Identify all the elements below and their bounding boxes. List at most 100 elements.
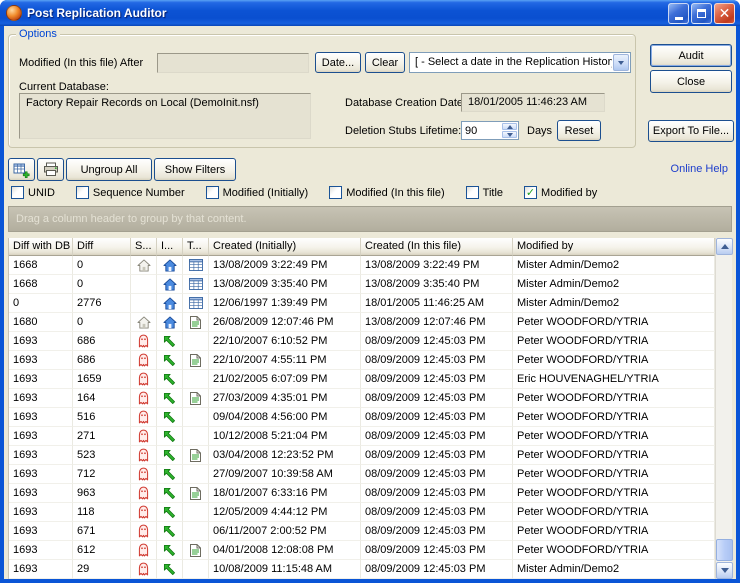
- table-row[interactable]: 169367106/11/2007 2:00:52 PM08/09/2009 1…: [9, 522, 715, 541]
- group-by-bar[interactable]: Drag a column header to group by that co…: [8, 206, 732, 232]
- column-toggle-title[interactable]: Title: [466, 186, 503, 199]
- scroll-down-button[interactable]: [716, 562, 733, 579]
- date-button[interactable]: Date...: [315, 52, 361, 73]
- cell-diff-with-db: 1668: [9, 256, 73, 275]
- cell-diff: 963: [73, 484, 131, 503]
- cell-modified-by: Peter WOODFORD/YTRIA: [513, 389, 715, 408]
- show-filters-button[interactable]: Show Filters: [154, 158, 236, 181]
- column-toggle-modified-in-this-file[interactable]: Modified (In this file): [329, 186, 444, 199]
- cell-modified-by: Peter WOODFORD/YTRIA: [513, 313, 715, 332]
- ghost-icon: [131, 389, 157, 408]
- dropdown-button[interactable]: [613, 54, 629, 71]
- cell-modified-by: Mister Admin/Demo2: [513, 256, 715, 275]
- cell-modified-by: Peter WOODFORD/YTRIA: [513, 427, 715, 446]
- ghost-icon: [131, 370, 157, 389]
- arrow-in-icon: [157, 332, 183, 351]
- column-toggle-sequence-number[interactable]: Sequence Number: [76, 186, 185, 199]
- table-row[interactable]: 169327110/12/2008 5:21:04 PM08/09/2009 1…: [9, 427, 715, 446]
- ghost-icon: [131, 465, 157, 484]
- column-header-created-in-this-file[interactable]: Created (In this file): [361, 238, 513, 256]
- table-row[interactable]: 169352303/04/2008 12:23:52 PM08/09/2009 …: [9, 446, 715, 465]
- column-header-status-icon[interactable]: S...: [131, 238, 157, 256]
- scroll-up-button[interactable]: [716, 238, 733, 255]
- deletion-stubs-input[interactable]: [462, 122, 501, 139]
- arrow-in-icon: [157, 560, 183, 579]
- table-row[interactable]: 169371227/09/2007 10:39:58 AM08/09/2009 …: [9, 465, 715, 484]
- checkbox-unchecked[interactable]: [76, 186, 89, 199]
- table-row[interactable]: 169316427/03/2009 4:35:01 PM08/09/2009 1…: [9, 389, 715, 408]
- checkbox-unchecked[interactable]: [11, 186, 24, 199]
- export-to-file-button[interactable]: Export To File...: [648, 120, 734, 142]
- checkbox-checked[interactable]: ✓: [524, 186, 537, 199]
- cell-diff: 164: [73, 389, 131, 408]
- arrow-in-icon: [157, 522, 183, 541]
- table-row[interactable]: 169361204/01/2008 12:08:08 PM08/09/2009 …: [9, 541, 715, 560]
- close-dialog-button[interactable]: Close: [650, 70, 732, 93]
- cell-created-in-this-file: 08/09/2009 12:45:03 PM: [361, 465, 513, 484]
- spin-up-button[interactable]: [502, 123, 517, 130]
- cell-diff-with-db: 1693: [9, 503, 73, 522]
- cell-diff-with-db: 1693: [9, 351, 73, 370]
- audit-button[interactable]: Audit: [650, 44, 732, 67]
- table-row[interactable]: 169351609/04/2008 4:56:00 PM08/09/2009 1…: [9, 408, 715, 427]
- cell-diff: 612: [73, 541, 131, 560]
- column-toggle-modified-by[interactable]: ✓ Modified by: [524, 186, 597, 199]
- cell-diff-with-db: 1693: [9, 446, 73, 465]
- checkbox-unchecked[interactable]: [329, 186, 342, 199]
- db-creation-date-value: 18/01/2005 11:46:23 AM: [461, 93, 605, 112]
- grid-plus-icon: [13, 162, 30, 178]
- table-row[interactable]: 16932910/08/2009 11:15:48 AM08/09/2009 1…: [9, 560, 715, 579]
- checkbox-unchecked[interactable]: [206, 186, 219, 199]
- house-blue-icon: [157, 256, 183, 275]
- modified-after-input[interactable]: [157, 53, 309, 73]
- table-row[interactable]: 1693165921/02/2005 6:07:09 PM08/09/2009 …: [9, 370, 715, 389]
- online-help-link[interactable]: Online Help: [671, 163, 728, 175]
- scrollbar-thumb[interactable]: [716, 539, 733, 561]
- table-row[interactable]: 1668013/08/2009 3:35:40 PM13/08/2009 3:3…: [9, 275, 715, 294]
- cell-modified-by: Peter WOODFORD/YTRIA: [513, 332, 715, 351]
- table-row[interactable]: 169368622/10/2007 6:10:52 PM08/09/2009 1…: [9, 332, 715, 351]
- minimize-button[interactable]: [668, 3, 689, 24]
- table-row[interactable]: 169311812/05/2009 4:44:12 PM08/09/2009 1…: [9, 503, 715, 522]
- doc-icon: [183, 389, 209, 408]
- column-header-diff-with-db[interactable]: Diff with DB: [9, 238, 73, 256]
- cell-diff-with-db: 1680: [9, 313, 73, 332]
- ungroup-all-button[interactable]: Ungroup All: [66, 158, 152, 181]
- window: Post Replication Auditor ✕ Options Modif…: [0, 0, 740, 583]
- replication-history-dropdown[interactable]: [ - Select a date in the Replication His…: [409, 52, 631, 73]
- cell-modified-by: Peter WOODFORD/YTRIA: [513, 541, 715, 560]
- table-row[interactable]: 169396318/01/2007 6:33:16 PM08/09/2009 1…: [9, 484, 715, 503]
- column-toggle-modified-initially[interactable]: Modified (Initially): [206, 186, 309, 199]
- deletion-stubs-spinner[interactable]: [461, 121, 519, 140]
- maximize-button[interactable]: [691, 3, 712, 24]
- customize-grid-button[interactable]: [8, 158, 35, 181]
- cell-created-initially: 04/01/2008 12:08:08 PM: [209, 541, 361, 560]
- column-header-type-icon[interactable]: T...: [183, 238, 209, 256]
- close-button[interactable]: ✕: [714, 3, 735, 24]
- column-header-modified-by[interactable]: Modified by: [513, 238, 715, 256]
- grid-header: Diff with DBDiffS...I...T...Created (Ini…: [9, 238, 715, 256]
- vertical-scrollbar[interactable]: [715, 238, 732, 579]
- table-row[interactable]: 0277612/06/1997 1:39:49 PM18/01/2005 11:…: [9, 294, 715, 313]
- cell-created-in-this-file: 13/08/2009 12:07:46 PM: [361, 313, 513, 332]
- table-row[interactable]: 169368622/10/2007 4:55:11 PM08/09/2009 1…: [9, 351, 715, 370]
- arrow-in-icon: [157, 408, 183, 427]
- checkbox-unchecked[interactable]: [466, 186, 479, 199]
- column-toggle-unid[interactable]: UNID: [11, 186, 55, 199]
- dropdown-selected-value: [ - Select a date in the Replication His…: [410, 53, 612, 72]
- column-header-replica-icon[interactable]: I...: [157, 238, 183, 256]
- table-row[interactable]: 1680026/08/2009 12:07:46 PM13/08/2009 12…: [9, 313, 715, 332]
- cell-diff: 0: [73, 256, 131, 275]
- reset-button[interactable]: Reset: [557, 120, 601, 141]
- print-button[interactable]: [37, 158, 64, 181]
- cell-created-initially: 22/10/2007 6:10:52 PM: [209, 332, 361, 351]
- spin-down-button[interactable]: [502, 131, 517, 138]
- ghost-icon: [131, 541, 157, 560]
- ghost-icon: [131, 351, 157, 370]
- clear-button[interactable]: Clear: [365, 52, 405, 73]
- table-row[interactable]: 1668013/08/2009 3:22:49 PM13/08/2009 3:2…: [9, 256, 715, 275]
- doc-icon: [183, 484, 209, 503]
- column-header-diff[interactable]: Diff: [73, 238, 131, 256]
- column-toggle-label: Modified by: [541, 187, 597, 199]
- column-header-created-initially[interactable]: Created (Initially): [209, 238, 361, 256]
